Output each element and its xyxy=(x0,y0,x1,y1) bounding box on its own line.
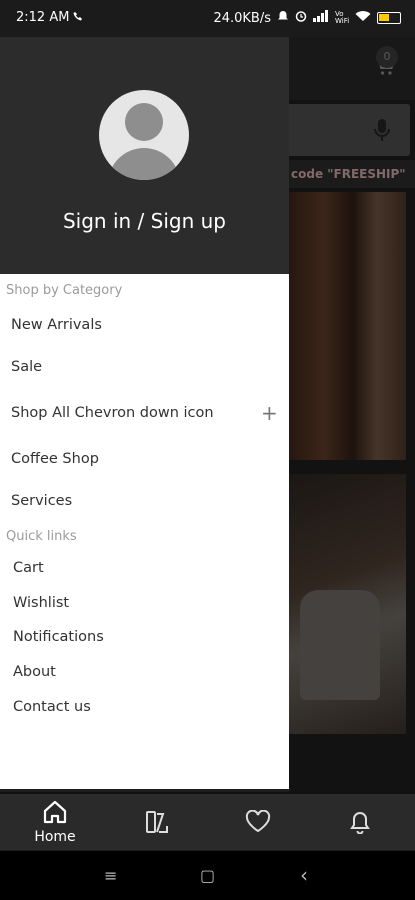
bell-icon xyxy=(347,811,373,838)
recent-apps-button[interactable]: ≡ xyxy=(104,866,117,885)
system-navigation-bar: ≡ ▢ ‹ xyxy=(0,851,415,900)
heart-icon xyxy=(245,809,271,838)
navigation-drawer: Sign in / Sign up Shop by Category New A… xyxy=(0,37,289,789)
quick-link-notifications[interactable]: Notifications xyxy=(13,629,104,645)
menu-item-services[interactable]: Services xyxy=(11,493,72,509)
nav-home[interactable]: Home xyxy=(25,800,85,845)
menu-item-sale[interactable]: Sale xyxy=(11,359,42,375)
network-speed: 24.0KB/s xyxy=(213,10,271,26)
vowifi-label: Vo WiFi xyxy=(335,10,350,25)
nav-catalog[interactable] xyxy=(127,810,187,838)
shop-section-label: Shop by Category xyxy=(6,283,123,298)
catalog-icon xyxy=(144,811,170,838)
battery-icon xyxy=(377,12,401,24)
alarm-icon xyxy=(295,10,307,26)
signal-icon xyxy=(313,10,329,26)
bottom-navigation: Home xyxy=(0,792,415,850)
quick-link-about[interactable]: About xyxy=(13,664,56,680)
drawer-header: Sign in / Sign up xyxy=(0,37,289,274)
menu-item-new-arrivals[interactable]: New Arrivals xyxy=(11,317,102,333)
avatar-head xyxy=(125,103,163,141)
notification-icon xyxy=(277,10,289,26)
drawer-scrim[interactable] xyxy=(289,37,415,792)
home-icon xyxy=(42,800,68,828)
nav-wishlist[interactable] xyxy=(228,809,288,838)
quick-link-cart[interactable]: Cart xyxy=(13,560,44,576)
status-bar: 2:12 AM 24.0KB/s Vo WiFi xyxy=(0,0,415,37)
menu-item-coffee-shop[interactable]: Coffee Shop xyxy=(11,451,99,467)
wifi-icon xyxy=(355,10,371,26)
nav-home-label: Home xyxy=(34,829,76,845)
call-icon xyxy=(73,10,83,25)
sign-in-link[interactable]: Sign in / Sign up xyxy=(0,209,289,233)
quick-link-contact[interactable]: Contact us xyxy=(13,699,91,715)
quick-links-label: Quick links xyxy=(6,529,77,544)
avatar-icon[interactable] xyxy=(99,90,189,180)
menu-item-shop-all[interactable]: Shop All Chevron down icon xyxy=(11,405,214,421)
back-button[interactable]: ‹ xyxy=(300,863,308,887)
avatar-body xyxy=(108,148,180,180)
expand-plus-icon[interactable]: + xyxy=(261,401,278,425)
quick-link-wishlist[interactable]: Wishlist xyxy=(13,595,69,611)
nav-notifications[interactable] xyxy=(330,810,390,838)
status-time: 2:12 AM xyxy=(16,10,70,25)
system-home-button[interactable]: ▢ xyxy=(200,866,215,885)
